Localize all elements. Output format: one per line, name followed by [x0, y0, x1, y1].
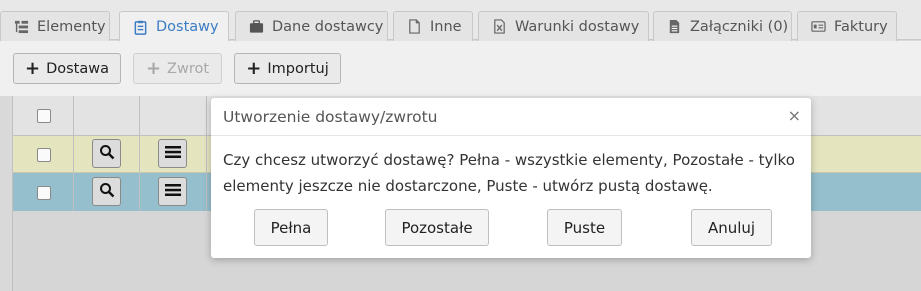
menu-icon: [164, 183, 181, 201]
dialog-divider: [211, 135, 811, 136]
column-divider: [206, 96, 207, 211]
search-button[interactable]: [92, 177, 121, 206]
tab-label: Faktury: [834, 18, 888, 35]
add-delivery-label: Dostawa: [46, 60, 109, 77]
tab-zalaczniki[interactable]: Załączniki (0): [653, 11, 792, 41]
briefcase-icon: [248, 19, 264, 35]
column-divider: [73, 96, 74, 211]
search-icon: [99, 144, 115, 164]
tab-bar: Elementy Dostawy Dane dostawcy Inne Waru…: [0, 0, 921, 42]
tab-label: Dane dostawcy: [272, 18, 384, 35]
cancel-button[interactable]: Anuluj: [691, 209, 772, 246]
return-label: Zwrot: [167, 60, 210, 77]
import-button[interactable]: + Importuj: [234, 53, 341, 84]
menu-icon: [164, 145, 181, 163]
search-icon: [99, 182, 115, 202]
invoice-card-icon: [810, 19, 826, 35]
column-divider: [139, 96, 140, 211]
tab-label: Warunki dostawy: [515, 18, 640, 35]
plus-icon: +: [24, 57, 41, 79]
dialog-title: Utworzenie dostawy/zwrotu: [223, 108, 438, 126]
tab-warunki-dostawy[interactable]: Warunki dostawy: [478, 11, 649, 41]
tab-label: Elementy: [37, 18, 106, 35]
empty-button[interactable]: Puste: [547, 209, 622, 246]
select-all-checkbox[interactable]: [37, 109, 51, 123]
tab-label: Dostawy: [156, 19, 219, 35]
close-icon[interactable]: ×: [788, 106, 801, 125]
excel-file-icon: [491, 19, 507, 35]
add-delivery-button[interactable]: + Dostawa: [13, 53, 121, 84]
clipboard-list-icon: [132, 19, 148, 35]
tab-dane-dostawcy[interactable]: Dane dostawcy: [235, 11, 388, 41]
list-tree-icon: [13, 19, 29, 35]
tab-faktury[interactable]: Faktury: [797, 11, 897, 41]
tab-label: Inne: [430, 18, 462, 35]
toolbar: + Dostawa + Zwrot + Importuj: [0, 41, 921, 96]
file-text-icon: [666, 19, 682, 35]
tab-elementy[interactable]: Elementy: [0, 11, 110, 41]
create-delivery-dialog: Utworzenie dostawy/zwrotu × Czy chcesz u…: [211, 98, 811, 258]
full-button[interactable]: Pełna: [254, 209, 328, 246]
tab-label: Załączniki (0): [690, 18, 789, 35]
remaining-button[interactable]: Pozostałe: [385, 209, 489, 246]
row-checkbox[interactable]: [37, 148, 51, 162]
tab-dostawy[interactable]: Dostawy: [119, 11, 229, 42]
row-checkbox[interactable]: [37, 186, 51, 200]
return-button[interactable]: + Zwrot: [133, 53, 222, 84]
plus-icon: +: [145, 57, 162, 79]
plus-icon: +: [246, 57, 262, 79]
menu-button[interactable]: [158, 139, 187, 168]
tab-inne[interactable]: Inne: [393, 11, 473, 41]
dialog-message: Czy chcesz utworzyć dostawę? Pełna - wsz…: [223, 151, 795, 195]
file-icon: [406, 19, 422, 35]
menu-button[interactable]: [158, 177, 187, 206]
search-button[interactable]: [92, 139, 121, 168]
import-label: Importuj: [267, 60, 329, 77]
